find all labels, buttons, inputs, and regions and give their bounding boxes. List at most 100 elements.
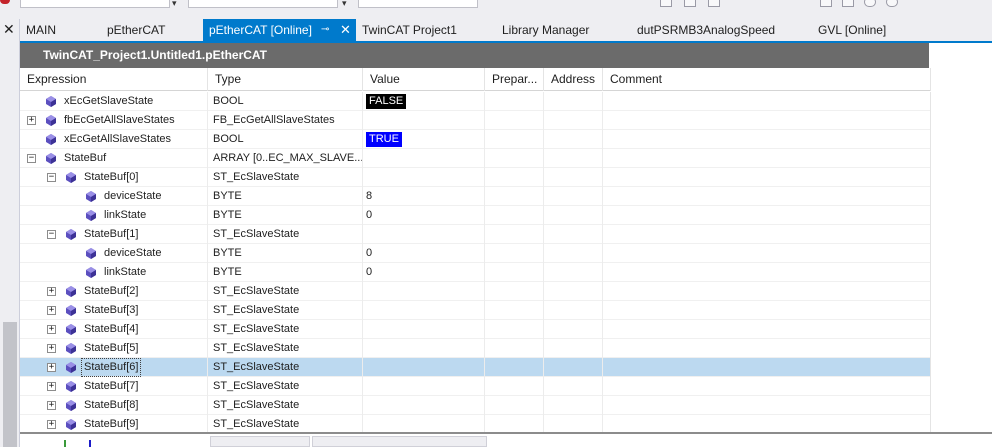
tab-dutpsrmb3analogspeed[interactable]: dutPSRMB3AnalogSpeed [631,19,801,41]
collapse-icon[interactable]: − [27,154,36,163]
cell-prepared[interactable] [485,206,544,225]
toolbar-icon[interactable] [820,0,832,7]
cell-prepared[interactable] [485,301,544,320]
table-row[interactable]: xEcGetAllSlaveStates BOOL TRUE [20,130,931,149]
cell-prepared[interactable] [485,263,544,282]
table-row[interactable]: xEcGetSlaveState BOOL FALSE [20,92,931,111]
cell-value[interactable] [363,168,485,187]
table-row[interactable]: + StateBuf[3] ST_EcSlaveState [20,301,931,320]
expand-icon[interactable]: + [47,420,56,429]
tab-main[interactable]: MAIN [20,19,101,41]
cell-value[interactable] [363,149,485,168]
cell-value[interactable] [363,339,485,358]
variable-icon [46,153,56,164]
cell-value[interactable]: FALSE [363,92,485,111]
collapse-icon[interactable]: − [47,230,56,239]
close-icon[interactable]: ✕ [340,19,351,41]
cell-value[interactable] [363,111,485,130]
chevron-down-icon[interactable]: ▾ [172,0,177,9]
table-row[interactable]: + StateBuf[5] ST_EcSlaveState [20,339,931,358]
scrollbar-thumb[interactable] [3,322,17,447]
toolbar-icon[interactable] [684,0,696,7]
panel-tab[interactable] [210,436,310,447]
table-row[interactable]: − StateBuf[1] ST_EcSlaveState [20,225,931,244]
cell-value[interactable] [363,377,485,396]
target-combo[interactable] [358,0,478,8]
cell-prepared[interactable] [485,111,544,130]
table-row[interactable]: + StateBuf[2] ST_EcSlaveState [20,282,931,301]
cell-value[interactable] [363,301,485,320]
config-combo[interactable] [188,0,338,8]
cell-value[interactable]: TRUE [363,130,485,149]
expand-icon[interactable]: + [47,287,56,296]
cell-prepared[interactable] [485,168,544,187]
table-row[interactable]: linkState BYTE 0 [20,206,931,225]
column-header-type[interactable]: Type [208,68,363,91]
cell-prepared[interactable] [485,187,544,206]
cell-value[interactable]: 0 [363,206,485,225]
variable-name: StateBuf [64,152,107,164]
cell-value[interactable] [363,282,485,301]
project-combo[interactable] [20,0,170,8]
cell-prepared[interactable] [485,225,544,244]
table-row[interactable]: + StateBuf[7] ST_EcSlaveState [20,377,931,396]
help-icon[interactable] [864,0,876,7]
collapse-icon[interactable]: − [47,173,56,182]
tab-pethercat-online[interactable]: pEtherCAT [Online] ⊸ ✕ [203,19,356,41]
panel-tab[interactable] [312,436,487,447]
table-row[interactable]: + StateBuf[8] ST_EcSlaveState [20,396,931,415]
expand-icon[interactable]: + [47,344,56,353]
column-header-expression[interactable]: Expression [20,68,208,91]
cell-comment [603,187,931,206]
toolbar-icon[interactable] [708,0,720,7]
cell-prepared[interactable] [485,339,544,358]
expand-icon[interactable]: + [47,363,56,372]
cell-prepared[interactable] [485,92,544,111]
cell-prepared[interactable] [485,244,544,263]
cell-value[interactable] [363,358,485,377]
cell-prepared[interactable] [485,149,544,168]
chevron-down-icon[interactable]: ▾ [342,0,347,9]
cell-value[interactable]: 0 [363,263,485,282]
column-header-prepared[interactable]: Prepar... [485,68,544,91]
toolbar-icon[interactable] [660,0,672,7]
column-header-address[interactable]: Address [544,68,603,91]
toolbar-icon[interactable] [842,0,854,7]
cell-value[interactable] [363,320,485,339]
variable-name: StateBuf[6] [81,358,142,377]
expand-icon[interactable]: + [47,306,56,315]
cell-comment [603,358,931,377]
cell-prepared[interactable] [485,377,544,396]
cell-prepared[interactable] [485,358,544,377]
expand-icon[interactable]: + [47,401,56,410]
cell-prepared[interactable] [485,130,544,149]
cell-prepared[interactable] [485,396,544,415]
table-row[interactable]: + StateBuf[6] ST_EcSlaveState [20,358,931,377]
cell-prepared[interactable] [485,320,544,339]
tab-pethercat[interactable]: pEtherCAT [101,19,201,41]
cell-value[interactable]: 8 [363,187,485,206]
close-icon[interactable]: ✕ [3,22,15,36]
table-row[interactable]: − StateBuf[0] ST_EcSlaveState [20,168,931,187]
table-row[interactable]: deviceState BYTE 8 [20,187,931,206]
expand-icon[interactable]: + [27,116,36,125]
expand-icon[interactable]: + [47,382,56,391]
cell-value[interactable] [363,396,485,415]
table-row[interactable]: deviceState BYTE 0 [20,244,931,263]
table-row[interactable]: − StateBuf ARRAY [0..EC_MAX_SLAVE... [20,149,931,168]
column-header-value[interactable]: Value [363,68,485,91]
table-row[interactable]: linkState BYTE 0 [20,263,931,282]
tab-library-manager[interactable]: Library Manager [496,19,626,41]
settings-icon[interactable] [886,0,898,7]
pin-icon[interactable]: ⊸ [321,19,329,41]
column-header-comment[interactable]: Comment [603,68,931,91]
tab-gvl-online[interactable]: GVL [Online] [812,19,932,41]
cell-type: BYTE [208,206,363,225]
table-row[interactable]: + StateBuf[4] ST_EcSlaveState [20,320,931,339]
cell-value[interactable] [363,225,485,244]
expand-icon[interactable]: + [47,325,56,334]
cell-prepared[interactable] [485,282,544,301]
cell-value[interactable]: 0 [363,244,485,263]
table-row[interactable]: + fbEcGetAllSlaveStates FB_EcGetAllSlaveSt… [20,111,931,130]
tab-twincat-project1[interactable]: TwinCAT Project1 [356,19,486,41]
